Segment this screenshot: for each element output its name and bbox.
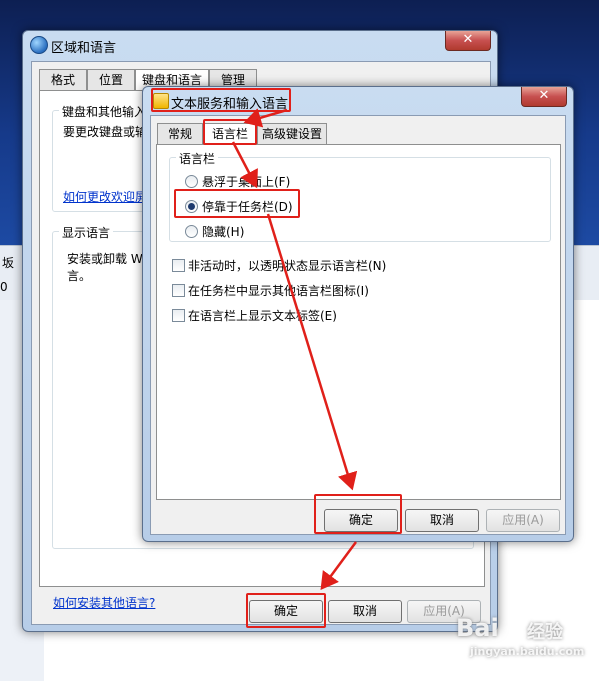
arrow-to-tab xyxy=(243,108,288,128)
arrow-to-dock-option xyxy=(231,141,258,189)
annotation-arrows xyxy=(231,108,358,591)
baidu-logo-watermark: Bai xyxy=(456,614,499,642)
watermark-url: jingyan.baidu.com xyxy=(470,645,585,658)
baidu-jingyan-watermark: 经验 xyxy=(527,622,563,643)
arrow-to-outer-ok xyxy=(320,541,358,591)
arrow-to-inner-ok xyxy=(266,213,358,491)
